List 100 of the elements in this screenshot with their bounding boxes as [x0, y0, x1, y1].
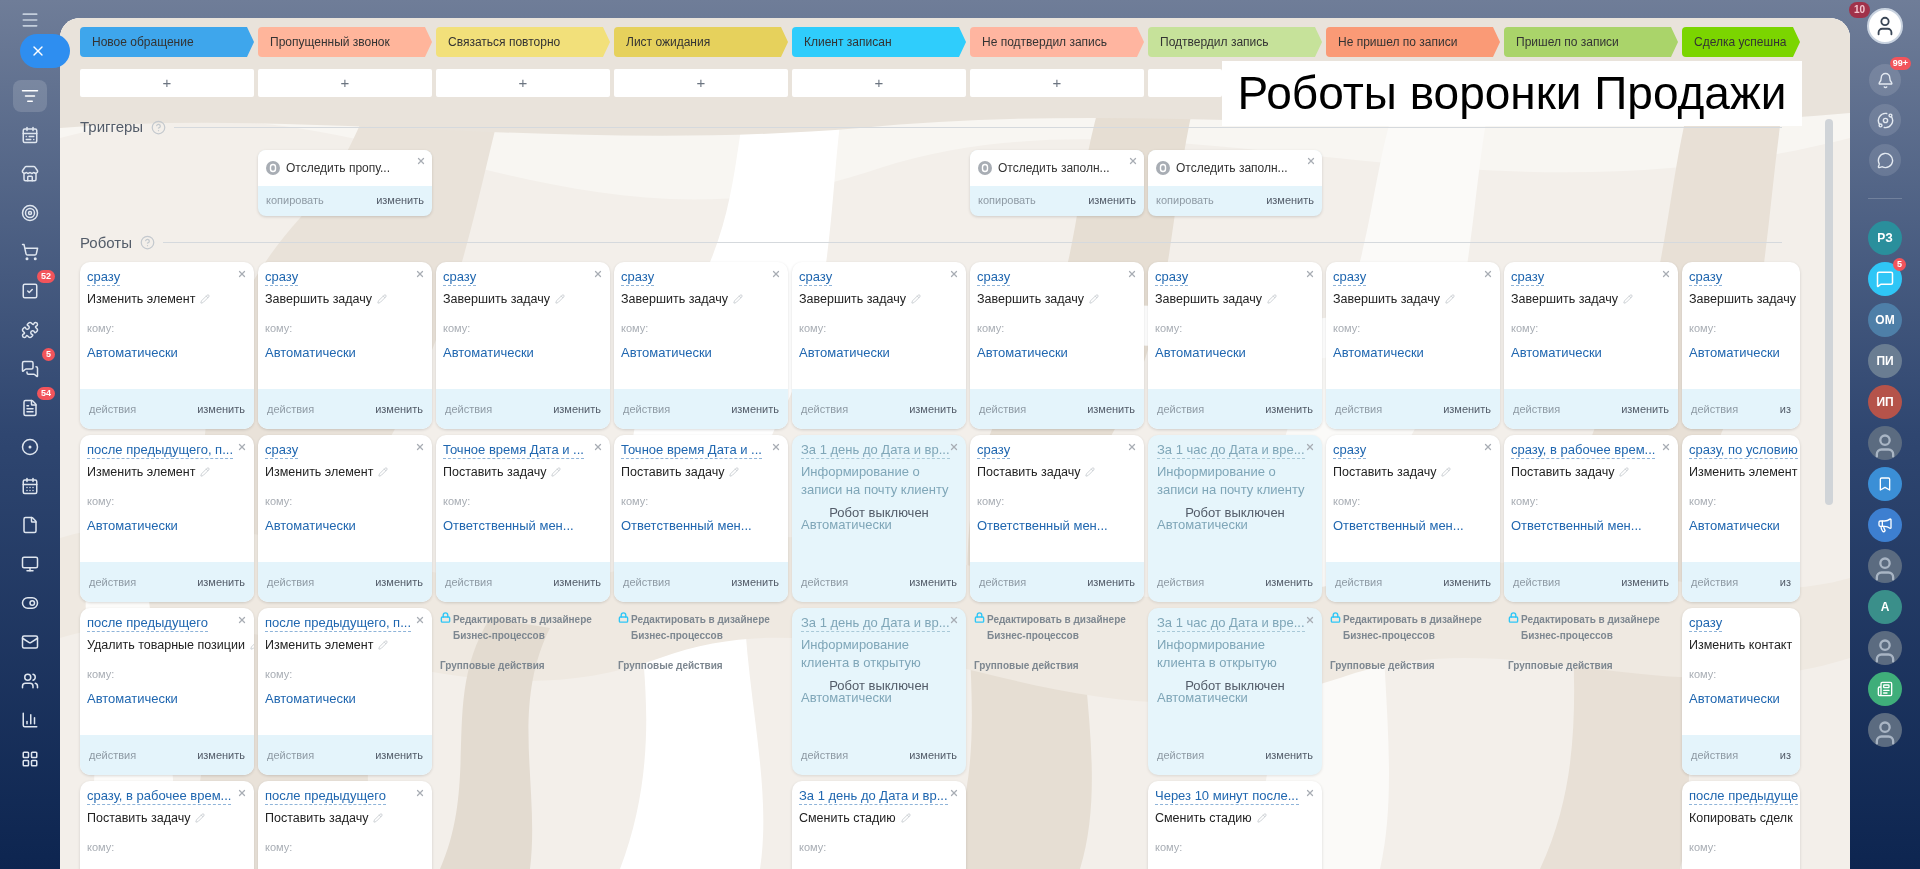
- recipient-link[interactable]: Ответственный мен...: [621, 515, 752, 535]
- trigger-link[interactable]: сразу: [265, 442, 299, 459]
- edit-link[interactable]: изменить: [1266, 192, 1314, 209]
- robot-card[interactable]: сразу Завершить задачу кому: Автоматически действия изменить: [436, 262, 610, 429]
- trigger-link[interactable]: сразу: [443, 269, 477, 286]
- help-icon[interactable]: [139, 235, 155, 251]
- edit-link[interactable]: изменить: [731, 400, 779, 418]
- trigger-link[interactable]: после предыдущего, п...: [87, 442, 233, 459]
- robot-card[interactable]: сразу, в рабочее врем... Поставить задачу кому:: [80, 781, 254, 869]
- trigger-link[interactable]: сразу: [1689, 615, 1723, 632]
- robot-card[interactable]: сразу Поставить задачу кому: Ответственный мен... действия изменить: [1326, 435, 1500, 602]
- edit-link[interactable]: из: [1779, 400, 1791, 418]
- robot-card[interactable]: сразу Изменить элемент кому: Автоматически действия изменить: [80, 262, 254, 429]
- pencil-icon[interactable]: [1441, 467, 1452, 477]
- edit-link[interactable]: изменить: [1265, 573, 1313, 591]
- recipient-link[interactable]: Автоматически: [265, 342, 356, 362]
- robot-card[interactable]: сразу, в рабочее врем... Поставить задачу кому: Ответственный мен... действия изменить: [1504, 435, 1678, 602]
- pencil-icon[interactable]: [551, 467, 562, 477]
- stage-header[interactable]: Пропущенный звонок: [258, 27, 432, 57]
- edit-link[interactable]: изменить: [1087, 400, 1135, 418]
- trigger-link[interactable]: сразу: [1333, 442, 1367, 459]
- robot-card[interactable]: Точное время Дата и ... Поставить задачу кому: Ответственный мен... действия изменить: [436, 435, 610, 602]
- stage-header[interactable]: Лист ожидания: [614, 27, 788, 57]
- stage-header[interactable]: Подтвердил запись: [1148, 27, 1322, 57]
- pencil-icon[interactable]: [1085, 467, 1096, 477]
- edit-link[interactable]: изменить: [1265, 746, 1313, 764]
- add-button[interactable]: +: [80, 69, 254, 97]
- scrollbar-thumb[interactable]: [1825, 119, 1833, 505]
- robot-card[interactable]: сразу Завершить задачу кому: Автоматически действия из: [1682, 262, 1800, 429]
- robot-card[interactable]: после предыдущего Поставить задачу кому:: [258, 781, 432, 869]
- edit-link[interactable]: изменить: [1087, 573, 1135, 591]
- pencil-icon[interactable]: [911, 294, 922, 304]
- edit-link[interactable]: изменить: [376, 192, 424, 209]
- robot-card[interactable]: после предыдуще Копировать сделк кому:: [1682, 781, 1800, 869]
- robot-card[interactable]: сразу Завершить задачу кому: Автоматически действия изменить: [1504, 262, 1678, 429]
- trigger-link[interactable]: Через 10 минут после...: [1155, 788, 1299, 805]
- recipient-link[interactable]: Ответственный мен...: [977, 515, 1108, 535]
- pencil-icon[interactable]: [729, 467, 740, 477]
- edit-link[interactable]: изменить: [909, 400, 957, 418]
- trigger-link[interactable]: сразу: [265, 269, 299, 286]
- edit-link[interactable]: изменить: [197, 400, 245, 418]
- edit-link[interactable]: изменить: [553, 573, 601, 591]
- edit-link[interactable]: изменить: [909, 746, 957, 764]
- pencil-icon[interactable]: [1267, 294, 1278, 304]
- robot-card[interactable]: после предыдущего, п... Изменить элемент кому: Автоматически действия изменить: [80, 435, 254, 602]
- pencil-icon[interactable]: [200, 467, 211, 477]
- pencil-icon[interactable]: [1623, 294, 1634, 304]
- pencil-icon[interactable]: [378, 640, 389, 650]
- add-button[interactable]: +: [258, 69, 432, 97]
- edit-link[interactable]: изменить: [197, 573, 245, 591]
- contact-avatar[interactable]: ОМ: [1868, 303, 1902, 337]
- recipient-link[interactable]: Автоматически: [1689, 515, 1780, 535]
- help-icon[interactable]: [151, 119, 167, 135]
- recipient-link[interactable]: Автоматически: [621, 342, 712, 362]
- robot-card[interactable]: сразу Завершить задачу кому: Автоматически действия изменить: [970, 262, 1144, 429]
- robot-card[interactable]: после предыдущего, п... Изменить элемент кому: Автоматически действия изменить: [258, 608, 432, 775]
- edit-link[interactable]: изменить: [731, 573, 779, 591]
- group-actions-link[interactable]: Групповые действия: [1508, 658, 1613, 673]
- recipient-link[interactable]: Ответственный мен...: [1511, 515, 1642, 535]
- robot-card[interactable]: За 1 день до Дата и вр... Сменить стадию кому:: [792, 781, 966, 869]
- robot-card[interactable]: сразу Завершить задачу кому: Автоматически действия изменить: [614, 262, 788, 429]
- robot-card[interactable]: сразу Завершить задачу кому: Автоматически действия изменить: [792, 262, 966, 429]
- user-avatar[interactable]: [1868, 549, 1902, 583]
- trigger-card[interactable]: Отследить заполн... копировать изменить: [1148, 149, 1322, 216]
- trigger-link[interactable]: сразу: [977, 442, 1011, 459]
- user-avatar[interactable]: [1868, 713, 1902, 747]
- contact-avatar[interactable]: А: [1868, 590, 1902, 624]
- trigger-link[interactable]: сразу: [799, 269, 833, 286]
- trigger-link[interactable]: сразу: [1511, 269, 1545, 286]
- pencil-icon[interactable]: [1445, 294, 1456, 304]
- recipient-link[interactable]: Автоматически: [1155, 342, 1246, 362]
- robot-card[interactable]: За 1 час до Дата и вре... Информирование о записи на почту клиенту Автоматически Робот выключен действия изменить: [1148, 435, 1322, 602]
- edit-link[interactable]: изменить: [1265, 400, 1313, 418]
- pencil-icon[interactable]: [900, 813, 911, 823]
- group-actions-link[interactable]: Групповые действия: [1330, 658, 1435, 673]
- trigger-link[interactable]: сразу: [621, 269, 655, 286]
- robot-card[interactable]: сразу Изменить элемент кому: Автоматически действия изменить: [258, 435, 432, 602]
- edit-link[interactable]: изменить: [375, 746, 423, 764]
- stage-header[interactable]: Не подтвердил запись: [970, 27, 1144, 57]
- menu-icon[interactable]: [20, 10, 40, 30]
- trigger-link[interactable]: после предыдущего: [87, 615, 208, 632]
- robot-card[interactable]: За 1 день до Дата и вр... Информирование о записи на почту клиенту Автоматически Робот выключен действия изменить: [792, 435, 966, 602]
- user-avatar[interactable]: [1868, 631, 1902, 665]
- stage-header[interactable]: Пришел по записи: [1504, 27, 1678, 57]
- user-avatar[interactable]: [1868, 426, 1902, 460]
- edit-link[interactable]: изменить: [1621, 573, 1669, 591]
- recipient-link[interactable]: Автоматически: [87, 342, 178, 362]
- edit-link[interactable]: изменить: [1443, 573, 1491, 591]
- group-avatar[interactable]: [1868, 672, 1902, 706]
- edit-link[interactable]: изменить: [375, 400, 423, 418]
- add-button[interactable]: +: [436, 69, 610, 97]
- stage-header[interactable]: Клиент записан: [792, 27, 966, 57]
- stage-header[interactable]: Новое обращение: [80, 27, 254, 57]
- stage-header[interactable]: Не пришел по записи: [1326, 27, 1500, 57]
- trigger-link[interactable]: Точное время Дата и ...: [443, 442, 584, 459]
- group-actions-link[interactable]: Групповые действия: [618, 658, 723, 673]
- activity-button[interactable]: [1869, 104, 1901, 136]
- add-button[interactable]: +: [970, 69, 1144, 97]
- pencil-icon[interactable]: [200, 294, 211, 304]
- edit-link[interactable]: изменить: [1443, 400, 1491, 418]
